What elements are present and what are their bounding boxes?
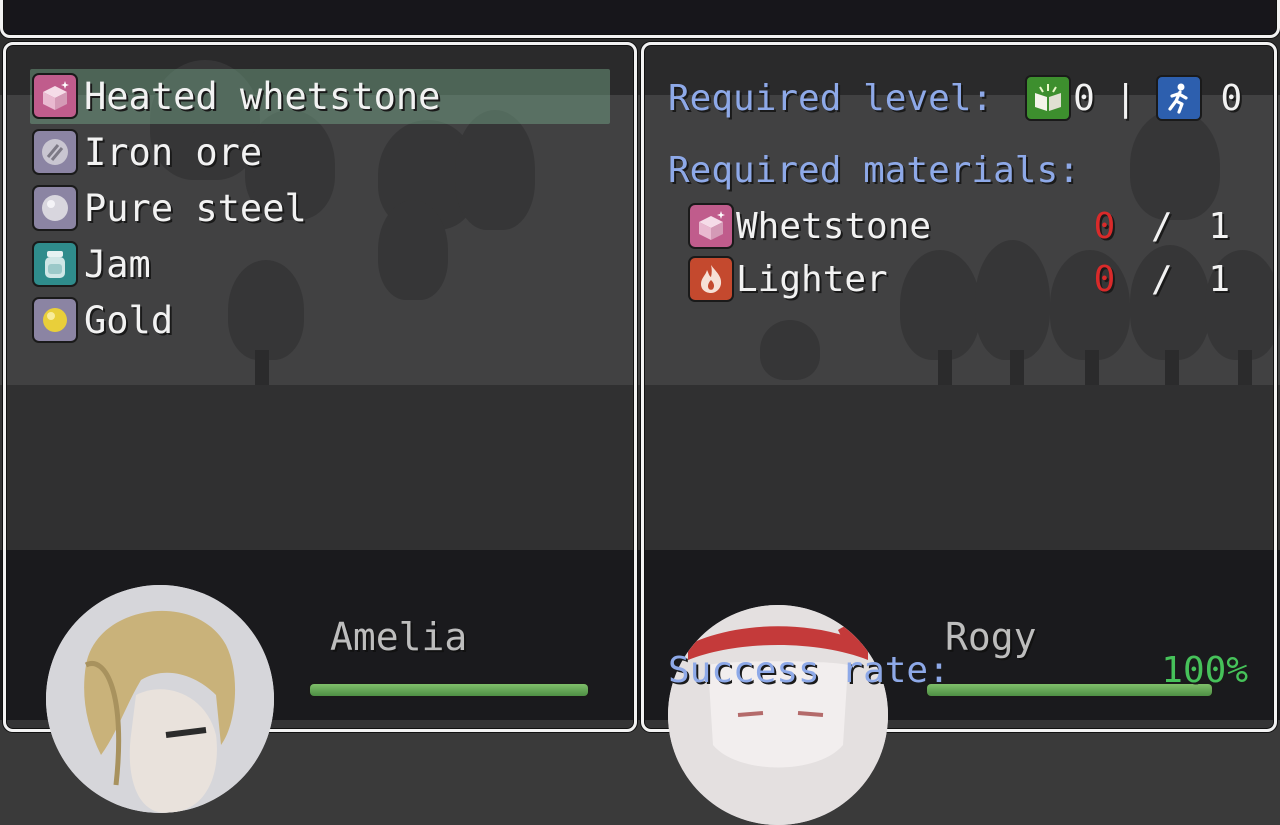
material-have: 0: [1093, 258, 1116, 300]
actor-name: Rogy: [945, 615, 1037, 659]
actor-face-amelia: [46, 585, 274, 813]
crafting-book-icon: [1025, 75, 1072, 121]
material-name: Whetstone: [736, 205, 932, 247]
help-window: [0, 0, 1280, 38]
running-person-icon: [1156, 75, 1203, 121]
list-item-jam[interactable]: Jam: [30, 236, 614, 292]
material-count: 0 / 1: [1094, 206, 1230, 247]
actor-hp-bar: [308, 682, 590, 698]
actor-hp-fill: [310, 684, 588, 696]
success-rate-label: Success rate:: [668, 650, 950, 691]
material-name: Lighter: [736, 258, 888, 300]
list-item-pure-steel[interactable]: Pure steel: [30, 180, 614, 236]
material-slash: /: [1150, 205, 1173, 247]
gold-orb-icon: [32, 297, 78, 343]
list-item-heated-whetstone[interactable]: Heated whetstone: [30, 68, 614, 124]
required-level-row: Required level: 0 | 0: [668, 72, 1242, 124]
material-need: 1: [1208, 205, 1230, 247]
item-label: Heated whetstone: [84, 74, 441, 118]
item-label: Gold: [84, 298, 174, 342]
actor-name: Amelia: [330, 615, 468, 659]
steel-orb-icon: [32, 185, 78, 231]
material-count: 0 / 1: [1094, 259, 1230, 300]
agility-level-value: 0: [1220, 77, 1243, 119]
item-label: Jam: [84, 242, 151, 286]
list-item-iron-ore[interactable]: Iron ore: [30, 124, 614, 180]
material-have: 0: [1093, 205, 1116, 247]
level-separator: |: [1114, 77, 1137, 119]
list-item-gold[interactable]: Gold: [30, 292, 614, 348]
item-label: Pure steel: [84, 186, 307, 230]
item-label: Iron ore: [84, 130, 263, 174]
material-slash: /: [1150, 258, 1173, 300]
required-materials-label: Required materials:: [668, 150, 1080, 191]
crafting-level-value: 0: [1073, 77, 1095, 119]
material-row-whetstone: Whetstone 0 / 1: [688, 200, 1236, 252]
material-row-lighter: Lighter 0 / 1: [688, 253, 1236, 305]
sparkle-box-icon: [688, 203, 734, 249]
material-need: 1: [1208, 258, 1230, 300]
jar-icon: [32, 241, 78, 287]
item-list: Heated whetstone Iron ore Pure steel Jam…: [30, 68, 614, 348]
ore-icon: [32, 129, 78, 175]
flame-icon: [688, 256, 734, 302]
actor-face-rogy: [668, 605, 888, 825]
sparkle-box-icon: [32, 73, 78, 119]
required-level-label: Required level:: [668, 77, 994, 119]
success-rate-value: 100%: [1161, 650, 1248, 691]
